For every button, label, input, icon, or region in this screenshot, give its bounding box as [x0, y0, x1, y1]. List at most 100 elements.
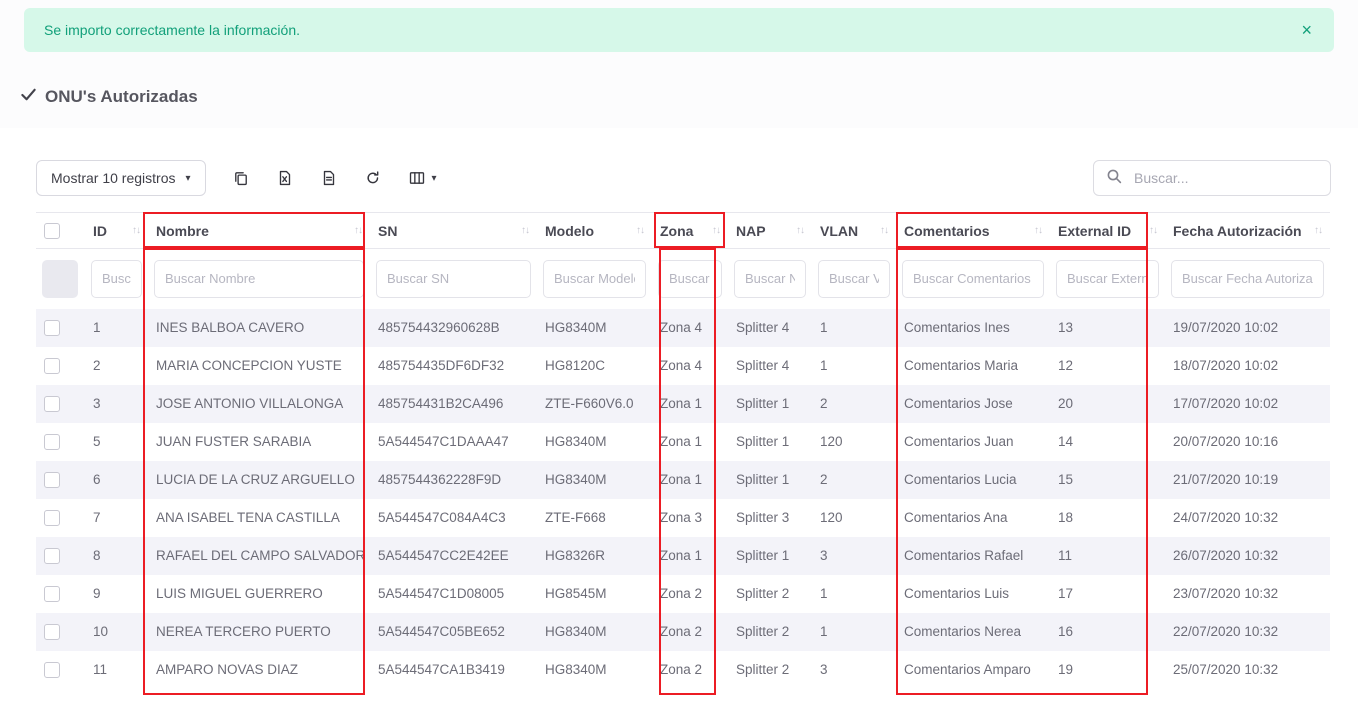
column-header-label: Comentarios: [904, 223, 990, 239]
cell-external_id: 15: [1050, 461, 1165, 499]
column-header-label: External ID: [1058, 223, 1131, 239]
filter-cell-external_id: [1050, 249, 1165, 309]
sort-icon[interactable]: ↑↓: [521, 225, 529, 236]
cell-nombre: LUIS MIGUEL GUERRERO: [148, 575, 370, 613]
select-all-checkbox[interactable]: [44, 223, 60, 239]
column-header-label: Modelo: [545, 223, 594, 239]
filter-disabled-box: [42, 260, 78, 298]
cell-external_id: 20: [1050, 385, 1165, 423]
cell-fecha: 18/07/2020 10:02: [1165, 347, 1330, 385]
cell-fecha: 17/07/2020 10:02: [1165, 385, 1330, 423]
sort-icon[interactable]: ↑↓: [796, 225, 804, 236]
column-header-zona[interactable]: Zona↑↓: [652, 213, 728, 249]
cell-external_id: 17: [1050, 575, 1165, 613]
filter-input-comentarios[interactable]: [902, 260, 1044, 298]
cell-sn: 5A544547CC2E42EE: [370, 537, 537, 575]
cell-sn: 5A544547CA1B3419: [370, 651, 537, 689]
column-header-id[interactable]: ID ↑↓: [85, 213, 148, 249]
cell-nombre: RAFAEL DEL CAMPO SALVADOR: [148, 537, 370, 575]
cell-nombre: NEREA TERCERO PUERTO: [148, 613, 370, 651]
filter-cell-nap: [728, 249, 812, 309]
cell-id: 8: [85, 537, 148, 575]
cell-nap: Splitter 1: [728, 423, 812, 461]
columns-icon-button[interactable]: ▾: [408, 160, 437, 196]
cell-zona: Zona 3: [652, 499, 728, 537]
filter-input-external_id[interactable]: [1056, 260, 1159, 298]
table-toolbar: Mostrar 10 registros ▾ ▾: [36, 160, 437, 196]
row-checkbox[interactable]: [44, 510, 60, 526]
alert-message: Se importo correctamente la información.: [44, 22, 300, 38]
column-header-sn[interactable]: SN↑↓: [370, 213, 537, 249]
table-filter-row: [36, 249, 1330, 309]
cell-modelo: HG8545M: [537, 575, 652, 613]
sort-icon[interactable]: ↑↓: [354, 225, 362, 236]
sort-icon[interactable]: ↑↓: [880, 225, 888, 236]
cell-external_id: 12: [1050, 347, 1165, 385]
cell-zona: Zona 2: [652, 575, 728, 613]
cell-sn: 5A544547C084A4C3: [370, 499, 537, 537]
cell-vlan: 2: [812, 461, 896, 499]
cell-vlan: 1: [812, 347, 896, 385]
column-header-external_id[interactable]: External ID ↑↓: [1050, 213, 1165, 249]
excel-icon-button[interactable]: [276, 160, 294, 196]
filter-select-cell: [36, 249, 85, 309]
cell-fecha: 19/07/2020 10:02: [1165, 309, 1330, 347]
cell-zona: Zona 2: [652, 651, 728, 689]
filter-input-nombre[interactable]: [154, 260, 364, 298]
column-header-comentarios[interactable]: Comentarios ↑↓: [896, 213, 1050, 249]
row-checkbox[interactable]: [44, 624, 60, 640]
search-input[interactable]: [1132, 169, 1318, 187]
page-length-dropdown[interactable]: Mostrar 10 registros ▾: [36, 160, 206, 196]
alert-close-button[interactable]: ×: [1297, 19, 1316, 41]
column-header-vlan[interactable]: VLAN↑↓: [812, 213, 896, 249]
row-checkbox[interactable]: [44, 548, 60, 564]
column-header-nombre[interactable]: Nombre ↑↓: [148, 213, 370, 249]
filter-input-modelo[interactable]: [543, 260, 646, 298]
row-checkbox[interactable]: [44, 586, 60, 602]
check-icon: [20, 86, 37, 108]
filter-input-zona[interactable]: [658, 260, 722, 298]
column-header-label: ID: [93, 223, 107, 239]
refresh-icon-button[interactable]: [364, 160, 382, 196]
filter-input-id[interactable]: [91, 260, 142, 298]
filter-cell-zona: [652, 249, 728, 309]
cell-sn: 485754435DF6DF32: [370, 347, 537, 385]
row-checkbox[interactable]: [44, 320, 60, 336]
cell-zona: Zona 1: [652, 461, 728, 499]
cell-sn: 485754432960628B: [370, 309, 537, 347]
filter-input-fecha[interactable]: [1171, 260, 1324, 298]
copy-icon-button[interactable]: [232, 160, 250, 196]
sort-icon[interactable]: ↑↓: [636, 225, 644, 236]
column-header-label: Nombre: [156, 223, 209, 239]
page-length-label: Mostrar 10 registros: [51, 170, 175, 186]
column-header-fecha[interactable]: Fecha Autorización↑↓: [1165, 213, 1330, 249]
row-checkbox[interactable]: [44, 434, 60, 450]
sort-icon[interactable]: ↑↓: [1314, 225, 1322, 236]
sort-icon[interactable]: ↑↓: [1034, 225, 1042, 236]
row-checkbox[interactable]: [44, 396, 60, 412]
column-header-modelo[interactable]: Modelo ↑↓: [537, 213, 652, 249]
columns-icon: [408, 169, 426, 187]
chevron-down-icon: ▾: [185, 173, 190, 184]
cell-select: [36, 309, 85, 347]
search-box: [1093, 160, 1331, 196]
table-row: 6LUCIA DE LA CRUZ ARGUELLO4857544362228F…: [36, 461, 1330, 499]
row-checkbox[interactable]: [44, 472, 60, 488]
cell-id: 3: [85, 385, 148, 423]
cell-select: [36, 423, 85, 461]
cell-sn: 485754431B2CA496: [370, 385, 537, 423]
column-header-nap[interactable]: NAP↑↓: [728, 213, 812, 249]
cell-zona: Zona 4: [652, 309, 728, 347]
sort-icon[interactable]: ↑↓: [712, 225, 720, 236]
sort-icon[interactable]: ↑↓: [132, 225, 140, 236]
filter-input-sn[interactable]: [376, 260, 531, 298]
file-icon-button[interactable]: [320, 160, 338, 196]
row-checkbox[interactable]: [44, 358, 60, 374]
cell-external_id: 13: [1050, 309, 1165, 347]
row-checkbox[interactable]: [44, 662, 60, 678]
filter-input-vlan[interactable]: [818, 260, 890, 298]
filter-input-nap[interactable]: [734, 260, 806, 298]
cell-id: 10: [85, 613, 148, 651]
filter-cell-comentarios: [896, 249, 1050, 309]
sort-icon[interactable]: ↑↓: [1149, 225, 1157, 236]
